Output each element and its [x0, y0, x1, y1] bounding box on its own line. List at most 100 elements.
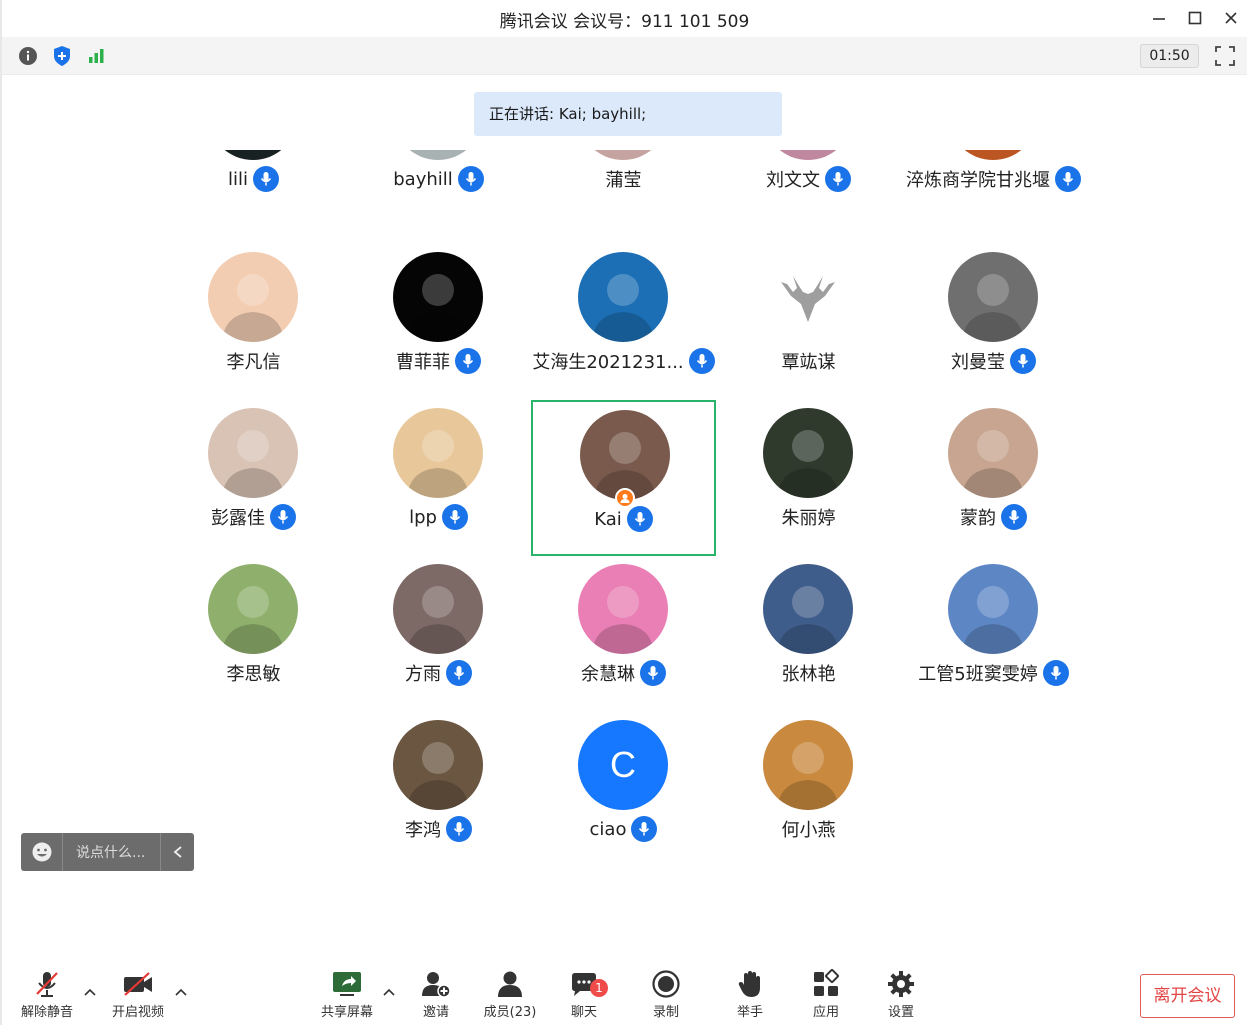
- participant-name: 何小燕: [781, 820, 836, 841]
- participant-tile[interactable]: Cciao: [531, 712, 716, 868]
- avatar: [393, 408, 483, 498]
- settings-label: 设置: [887, 1005, 914, 1020]
- close-icon: [1225, 12, 1237, 24]
- chevron-left-icon: [173, 846, 182, 858]
- participant-name: 蒙韵: [960, 508, 996, 529]
- close-button[interactable]: [1218, 6, 1244, 30]
- participant-tile[interactable]: 方雨: [346, 556, 531, 712]
- security-shield-icon[interactable]: [51, 45, 73, 67]
- chat-unread-badge: 1: [590, 979, 608, 997]
- participant-tile[interactable]: 覃竑谋: [716, 244, 901, 400]
- maximize-icon: [1188, 11, 1202, 25]
- chat-quick-input[interactable]: 说点什么...: [21, 833, 194, 871]
- invite-user-icon: [422, 972, 451, 998]
- participant-name-row: 淬炼商学院甘兆堰: [861, 164, 1126, 194]
- mic-muted-icon: [36, 972, 58, 997]
- avatar: [578, 564, 668, 654]
- record-icon: [652, 970, 680, 998]
- avatar: [208, 564, 298, 654]
- emoji-button[interactable]: [21, 833, 63, 871]
- leave-meeting-button[interactable]: 离开会议: [1140, 974, 1235, 1018]
- audio-options-chevron-icon[interactable]: [82, 985, 98, 1001]
- share-options-chevron-icon[interactable]: [381, 985, 397, 1001]
- participant-name: 方雨: [405, 664, 441, 685]
- participant-tile[interactable]: 李思敏: [161, 556, 346, 712]
- participant-name: 覃竑谋: [781, 352, 836, 373]
- meeting-info-icon[interactable]: [17, 45, 39, 67]
- avatar: [580, 410, 670, 500]
- share-screen-icon: [333, 972, 361, 996]
- participant-tile[interactable]: Kai: [531, 400, 716, 556]
- participant-tile[interactable]: 工管5班窦雯婷: [901, 556, 1086, 712]
- fullscreen-icon: [1215, 46, 1235, 66]
- avatar: [763, 720, 853, 810]
- participant-name: 李思敏: [226, 664, 281, 685]
- raise-hand-button[interactable]: 举手: [715, 967, 785, 1023]
- minimize-icon: [1153, 18, 1165, 20]
- mic-active-icon: [825, 166, 851, 192]
- participant-tile[interactable]: 李凡信: [161, 244, 346, 400]
- gear-icon: [888, 971, 914, 997]
- mic-active-icon: [253, 166, 279, 192]
- participant-tile[interactable]: 余慧琳: [531, 556, 716, 712]
- apps-button[interactable]: 应用: [791, 967, 861, 1023]
- speaking-text: 正在讲话: Kai; bayhill;: [489, 105, 647, 123]
- avatar: [763, 150, 853, 160]
- avatar: C: [578, 720, 668, 810]
- mic-active-icon: [1001, 504, 1027, 530]
- participant-name-row: 何小燕: [676, 814, 941, 844]
- invite-button[interactable]: 邀请: [401, 967, 471, 1023]
- participant-tile[interactable]: 刘曼莹: [901, 244, 1086, 400]
- participant-tile[interactable]: 李鸿: [346, 712, 531, 868]
- video-options-chevron-icon[interactable]: [173, 985, 189, 1001]
- avatar: [578, 252, 668, 342]
- record-button[interactable]: 录制: [631, 967, 701, 1023]
- participant-name: 李凡信: [226, 352, 281, 373]
- participant-name: 淬炼商学院甘兆堰: [906, 170, 1050, 191]
- participant-tile[interactable]: 曹菲菲: [346, 244, 531, 400]
- window-title: 腾讯会议 会议号：911 101 509: [499, 12, 750, 32]
- chat-placeholder[interactable]: 说点什么...: [63, 842, 160, 862]
- record-label: 录制: [652, 1005, 679, 1020]
- mic-active-icon: [270, 504, 296, 530]
- members-button[interactable]: 成员(23): [475, 967, 545, 1023]
- participant-tile[interactable]: 张林艳: [716, 556, 901, 712]
- maximize-button[interactable]: [1182, 6, 1208, 30]
- meeting-info-bar: 01:50: [2, 37, 1247, 75]
- unmute-button[interactable]: 解除静音: [12, 967, 82, 1023]
- participant-name: 刘文文: [766, 170, 820, 191]
- participant-tile[interactable]: 艾海生2021231...: [531, 244, 716, 400]
- participant-name: 工管5班窦雯婷: [918, 664, 1038, 685]
- participant-name: bayhill: [393, 168, 453, 190]
- start-video-button[interactable]: 开启视频: [103, 967, 173, 1023]
- participant-name-row: 刘曼莹: [861, 346, 1126, 376]
- avatar: [763, 408, 853, 498]
- members-label: 成员(23): [483, 1005, 537, 1020]
- participant-tile[interactable]: 朱丽婷: [716, 400, 901, 556]
- chat-button[interactable]: 聊天 1: [549, 967, 619, 1023]
- settings-button[interactable]: 设置: [866, 967, 936, 1023]
- participant-tile[interactable]: 何小燕: [716, 712, 901, 868]
- minimize-button[interactable]: [1146, 6, 1172, 30]
- mic-active-icon: [640, 660, 666, 686]
- avatar: [393, 720, 483, 810]
- avatar: [393, 150, 483, 160]
- avatar: [763, 252, 853, 342]
- mic-active-icon: [457, 166, 484, 192]
- avatar: [393, 564, 483, 654]
- collapse-chat-button[interactable]: [160, 833, 194, 871]
- participant-name: 艾海生2021231...: [532, 352, 684, 373]
- mic-active-icon: [1055, 166, 1081, 192]
- share-screen-button[interactable]: 共享屏幕: [312, 967, 382, 1023]
- fullscreen-button[interactable]: [1214, 45, 1236, 67]
- mic-active-icon: [626, 506, 653, 532]
- participant-tile[interactable]: 蒙韵: [901, 400, 1086, 556]
- participant-tile[interactable]: 淬炼商学院甘兆堰: [901, 150, 1086, 218]
- participant-tile[interactable]: 彭露佳: [161, 400, 346, 556]
- participant-name: lili: [227, 168, 248, 190]
- mic-active-icon: [446, 660, 472, 686]
- participant-grid: lili bayhill 蒲莹 刘文文 淬炼商学院甘兆堰 李凡信 曹菲菲 艾海生2021231…: [2, 150, 1247, 940]
- network-signal-icon[interactable]: [85, 45, 107, 67]
- mic-active-icon: [1042, 660, 1069, 686]
- mic-active-icon: [446, 816, 472, 842]
